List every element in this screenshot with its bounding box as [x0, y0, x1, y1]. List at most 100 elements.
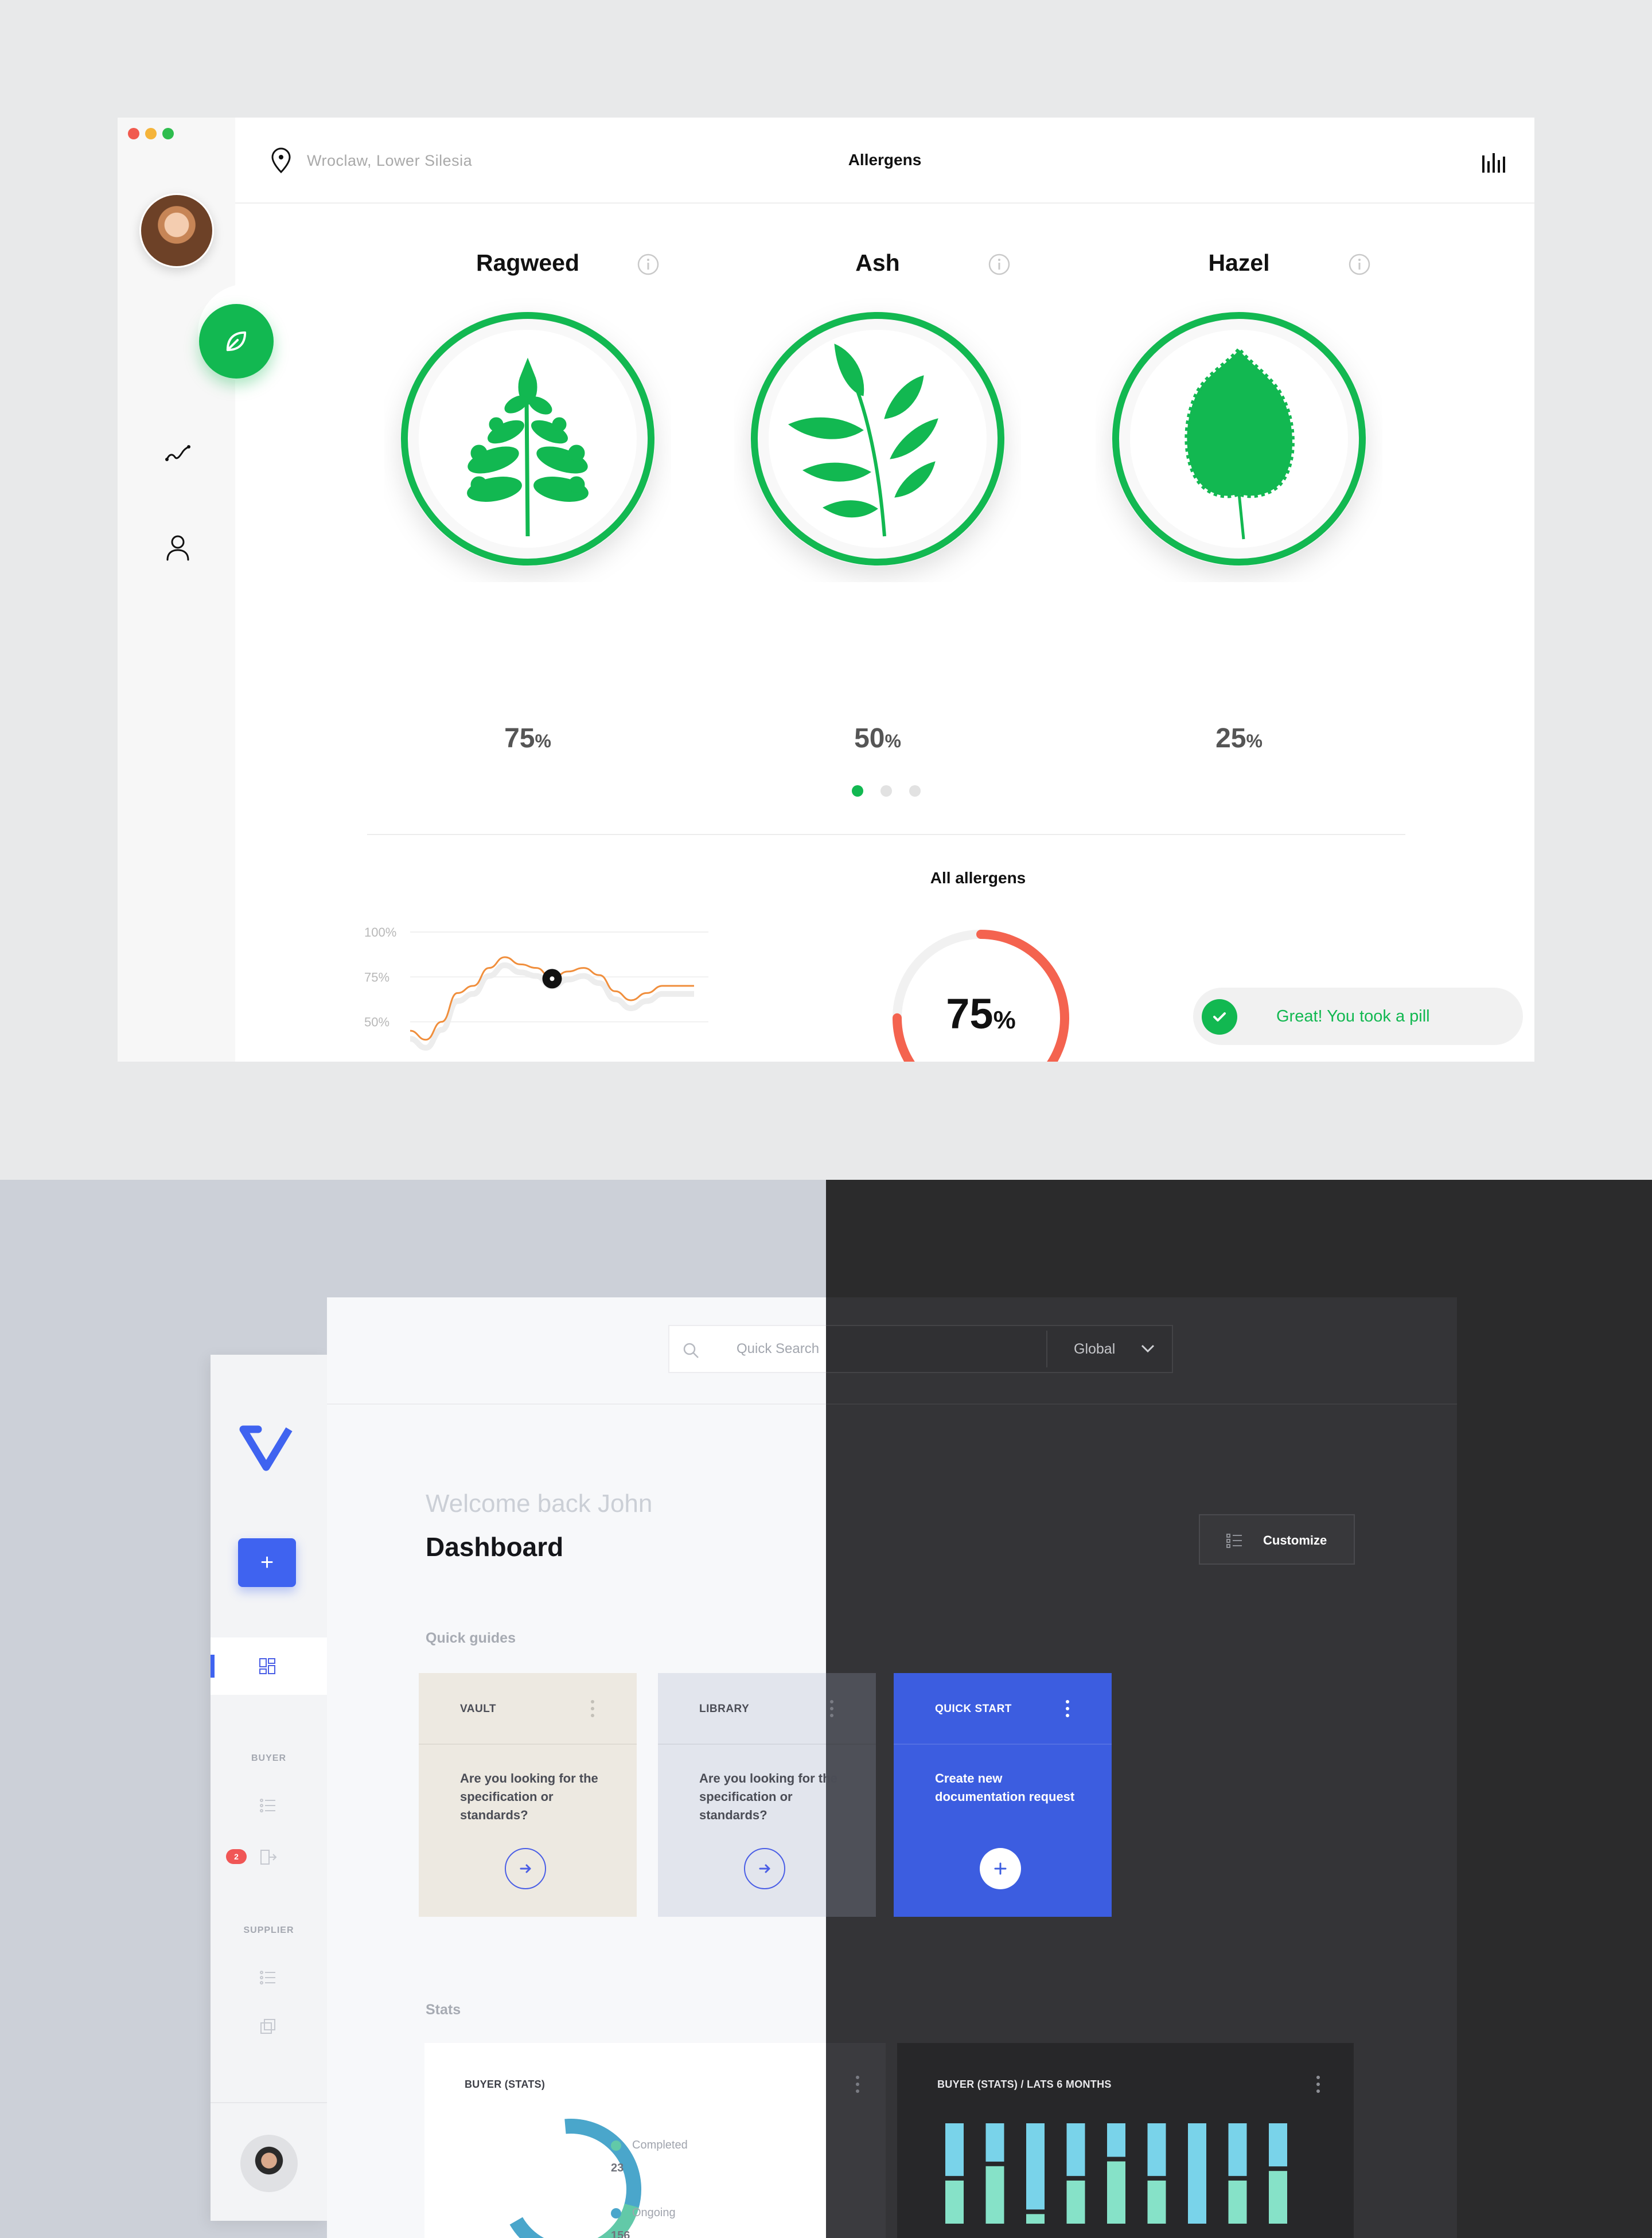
guide-create-button[interactable]: [980, 1848, 1021, 1889]
guide-card-body: Are you looking for the specification or…: [699, 1771, 837, 1822]
sidebar-section-buyer: BUYER: [251, 1753, 286, 1763]
section-divider: [367, 834, 1405, 835]
kebab-menu-icon[interactable]: [1314, 2073, 1322, 2096]
sidebar-section-supplier: SUPPLIER: [243, 1925, 294, 1935]
user-avatar[interactable]: [240, 2135, 298, 2192]
user-avatar[interactable]: [139, 193, 214, 268]
allergen-name: Ragweed: [476, 249, 579, 276]
kebab-menu-icon[interactable]: [589, 1697, 597, 1720]
bar-segment-top[interactable]: [1188, 2123, 1206, 2224]
guide-card-body: Create new documentation request: [935, 1771, 1075, 1804]
bar-segment-top[interactable]: [1107, 2123, 1125, 2157]
ring-value: 75%: [946, 990, 1016, 1038]
info-icon[interactable]: [1348, 253, 1371, 276]
bar-segment-bottom[interactable]: [1026, 2214, 1045, 2224]
dark-theme-overlay: [826, 2043, 886, 2238]
guide-card-vault[interactable]: VAULT Are you looking for the specificat…: [419, 1673, 637, 1917]
guide-card-library[interactable]: LIBRARY Are you looking for the specific…: [658, 1673, 876, 1917]
bar-segment-top[interactable]: [945, 2123, 964, 2176]
allergen-gauge: [750, 311, 1005, 566]
kebab-menu-icon[interactable]: [828, 1697, 836, 1720]
search-icon: [683, 1343, 699, 1358]
y-tick-label: 100%: [364, 925, 396, 939]
bar-segment-top[interactable]: [985, 2123, 1004, 2162]
search-scope-value: Global: [1074, 1341, 1116, 1357]
bar-segment-bottom[interactable]: [1228, 2180, 1247, 2224]
bar-chart-icon[interactable]: [1480, 151, 1505, 174]
bar-segment-top[interactable]: [1147, 2123, 1166, 2176]
bar-segment-top[interactable]: [1066, 2123, 1085, 2176]
sidebar-item-dashboard[interactable]: [211, 1637, 327, 1695]
legend-completed-swatch: [611, 2140, 621, 2151]
active-indicator: [211, 1655, 215, 1678]
topbar-divider-dark: [826, 1403, 1457, 1405]
bar-segment-bottom[interactable]: [985, 2166, 1004, 2224]
search-scope-select[interactable]: Global: [1057, 1325, 1171, 1373]
pagination-dot-3[interactable]: [909, 785, 921, 797]
bar-segment-bottom[interactable]: [1147, 2180, 1166, 2224]
allergen-percent: 75%: [504, 723, 551, 754]
add-button[interactable]: +: [238, 1538, 296, 1587]
legend-ongoing-label: Ongoing: [632, 2206, 676, 2219]
guide-open-button[interactable]: [505, 1848, 546, 1889]
arrow-right-icon: [520, 1864, 531, 1873]
guide-card-quick-start[interactable]: QUICK START Create new documentation req…: [894, 1673, 1112, 1917]
dashboard-showcase: + BUYER 2 SUPPLIER Quick Search Global W…: [0, 1180, 1652, 2238]
allergen-line-chart: 100%75%50%25%0%: [364, 925, 708, 1062]
sidebar-divider: [211, 2102, 327, 2103]
customize-button[interactable]: Customize: [1199, 1514, 1355, 1565]
allergen-name: Ash: [855, 249, 900, 276]
dashboard-main: Global Welcome back John Dashboard Custo…: [327, 1297, 1457, 2238]
all-allergens-title: All allergens: [930, 869, 1026, 887]
window-minimize-button[interactable]: [145, 128, 157, 139]
logout-icon[interactable]: [259, 1848, 277, 1866]
pagination-dot-1[interactable]: [852, 785, 863, 797]
allergen-card-hazel[interactable]: Hazel 25%: [1090, 249, 1388, 766]
search-input[interactable]: [737, 1338, 826, 1360]
list-settings-icon: [1226, 1534, 1242, 1548]
y-tick-label: 75%: [364, 970, 389, 984]
guide-open-button[interactable]: [744, 1848, 785, 1889]
buyer-stats-card: BUYER (STATS) Completed 23 Ongoing 156: [424, 2043, 886, 2238]
nav-allergens-button[interactable]: [199, 304, 274, 379]
dashboard-sidebar: + BUYER 2 SUPPLIER: [211, 1355, 327, 2221]
bar-segment-top[interactable]: [1269, 2123, 1287, 2167]
list-icon[interactable]: [259, 1796, 277, 1815]
pagination-dot-2[interactable]: [880, 785, 892, 797]
kebab-menu-icon[interactable]: [1063, 1697, 1072, 1720]
brand-logo-icon: [239, 1425, 293, 1471]
card-title: BUYER (STATS) / LATS 6 MONTHS: [937, 2079, 1112, 2090]
bar-segment-bottom[interactable]: [1107, 2161, 1125, 2224]
bar-segment-bottom[interactable]: [1269, 2171, 1287, 2224]
bar-segment-bottom[interactable]: [1066, 2180, 1085, 2224]
allergen-card-ragweed[interactable]: Ragweed 75%: [379, 249, 677, 766]
legend-ongoing-value: 156: [611, 2229, 630, 2238]
guide-card-header: LIBRARY: [658, 1673, 876, 1745]
bar-segment-top[interactable]: [1026, 2123, 1045, 2210]
guide-card-label: QUICK START: [935, 1703, 1012, 1715]
bar-segment-bottom[interactable]: [945, 2180, 964, 2224]
info-icon[interactable]: [988, 253, 1011, 276]
dashboard-grid-icon: [259, 1658, 275, 1674]
page-title: Allergens: [848, 151, 922, 169]
pill-confirmation-toast[interactable]: Great! You took a pill: [1193, 988, 1523, 1045]
y-tick-label: 25%: [364, 1060, 389, 1062]
window-close-button[interactable]: [128, 128, 139, 139]
allergen-card-ash[interactable]: Ash 50%: [728, 249, 1027, 766]
trend-icon[interactable]: [163, 439, 192, 467]
guide-card-label: LIBRARY: [699, 1703, 750, 1715]
guide-card-body: Are you looking for the specification or…: [460, 1771, 598, 1822]
chevron-down-icon: [1141, 1344, 1155, 1353]
bar-segment-top[interactable]: [1228, 2123, 1247, 2176]
person-icon[interactable]: [165, 533, 191, 562]
stats-heading: Stats: [426, 2002, 461, 2018]
list-icon[interactable]: [259, 1968, 277, 1987]
kebab-menu-icon[interactable]: [854, 2073, 862, 2096]
check-icon: [1202, 999, 1237, 1035]
card-title: BUYER (STATS): [465, 2079, 546, 2090]
info-icon[interactable]: [637, 253, 660, 276]
copy-icon[interactable]: [259, 2017, 277, 2036]
plus-icon: [994, 1862, 1007, 1875]
window-maximize-button[interactable]: [162, 128, 174, 139]
page-title: Dashboard: [426, 1532, 564, 1562]
